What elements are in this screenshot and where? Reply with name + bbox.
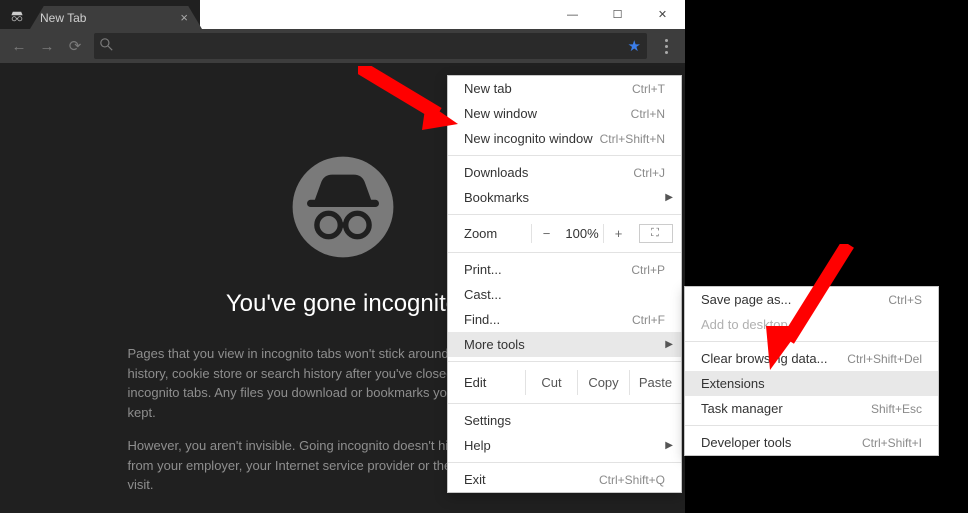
reload-button[interactable]: ⟳ bbox=[62, 33, 88, 59]
minimize-button[interactable]: — bbox=[550, 0, 595, 29]
more-menu-button[interactable] bbox=[653, 33, 679, 59]
fullscreen-button[interactable]: ⛶ bbox=[639, 224, 673, 243]
incognito-hat-icon bbox=[289, 153, 397, 261]
tab-close-icon[interactable]: × bbox=[180, 10, 188, 25]
submenu-arrow-icon: ▶ bbox=[665, 192, 673, 203]
submenu-task-manager[interactable]: Task managerShift+Esc bbox=[685, 396, 938, 421]
address-bar[interactable]: ★ bbox=[94, 33, 647, 59]
menu-settings[interactable]: Settings bbox=[448, 408, 681, 433]
menu-separator bbox=[448, 252, 681, 253]
tab-strip: New Tab × bbox=[0, 0, 200, 29]
menu-separator bbox=[448, 214, 681, 215]
maximize-button[interactable]: ☐ bbox=[595, 0, 640, 29]
menu-find[interactable]: Find...Ctrl+F bbox=[448, 307, 681, 332]
bookmark-star-icon[interactable]: ★ bbox=[628, 37, 641, 55]
more-tools-submenu: Save page as...Ctrl+S Add to desktop... … bbox=[684, 286, 939, 456]
tab[interactable]: New Tab × bbox=[30, 6, 202, 29]
copy-button[interactable]: Copy bbox=[577, 370, 629, 395]
submenu-arrow-icon: ▶ bbox=[665, 339, 673, 350]
menu-new-window[interactable]: New windowCtrl+N bbox=[448, 101, 681, 126]
submenu-arrow-icon: ▶ bbox=[665, 440, 673, 451]
menu-zoom-row: Zoom − 100% + ⛶ bbox=[448, 219, 681, 248]
menu-print[interactable]: Print...Ctrl+P bbox=[448, 257, 681, 282]
menu-exit[interactable]: ExitCtrl+Shift+Q bbox=[448, 467, 681, 492]
menu-more-tools[interactable]: More tools▶ bbox=[448, 332, 681, 357]
forward-button[interactable]: → bbox=[34, 33, 60, 59]
menu-bookmarks[interactable]: Bookmarks▶ bbox=[448, 185, 681, 210]
toolbar: ← → ⟳ ★ bbox=[0, 29, 685, 63]
paste-button[interactable]: Paste bbox=[629, 370, 681, 395]
zoom-out-button[interactable]: − bbox=[531, 224, 561, 243]
menu-separator bbox=[685, 425, 938, 426]
zoom-label: Zoom bbox=[464, 226, 531, 241]
close-button[interactable]: ✕ bbox=[640, 0, 685, 29]
menu-separator bbox=[448, 403, 681, 404]
menu-help[interactable]: Help▶ bbox=[448, 433, 681, 458]
cut-button[interactable]: Cut bbox=[525, 370, 577, 395]
menu-separator bbox=[685, 341, 938, 342]
menu-separator bbox=[448, 361, 681, 362]
menu-downloads[interactable]: DownloadsCtrl+J bbox=[448, 160, 681, 185]
menu-edit-row: Edit Cut Copy Paste bbox=[448, 366, 681, 399]
titlebar: New Tab × — ☐ ✕ bbox=[0, 0, 685, 29]
incognito-icon bbox=[10, 10, 24, 22]
menu-new-tab[interactable]: New tabCtrl+T bbox=[448, 76, 681, 101]
tab-title: New Tab bbox=[40, 11, 180, 25]
submenu-dev-tools[interactable]: Developer toolsCtrl+Shift+I bbox=[685, 430, 938, 455]
window-controls: — ☐ ✕ bbox=[200, 0, 685, 29]
submenu-extensions[interactable]: Extensions bbox=[685, 371, 938, 396]
menu-cast[interactable]: Cast... bbox=[448, 282, 681, 307]
more-menu: New tabCtrl+T New windowCtrl+N New incog… bbox=[447, 75, 682, 493]
search-icon bbox=[100, 38, 113, 54]
submenu-save-page[interactable]: Save page as...Ctrl+S bbox=[685, 287, 938, 312]
submenu-add-desktop: Add to desktop... bbox=[685, 312, 938, 337]
edit-label: Edit bbox=[464, 375, 525, 390]
menu-new-incognito[interactable]: New incognito windowCtrl+Shift+N bbox=[448, 126, 681, 151]
back-button[interactable]: ← bbox=[6, 33, 32, 59]
menu-separator bbox=[448, 462, 681, 463]
zoom-value: 100% bbox=[561, 226, 603, 241]
zoom-in-button[interactable]: + bbox=[603, 224, 633, 243]
submenu-clear-data[interactable]: Clear browsing data...Ctrl+Shift+Del bbox=[685, 346, 938, 371]
menu-separator bbox=[448, 155, 681, 156]
